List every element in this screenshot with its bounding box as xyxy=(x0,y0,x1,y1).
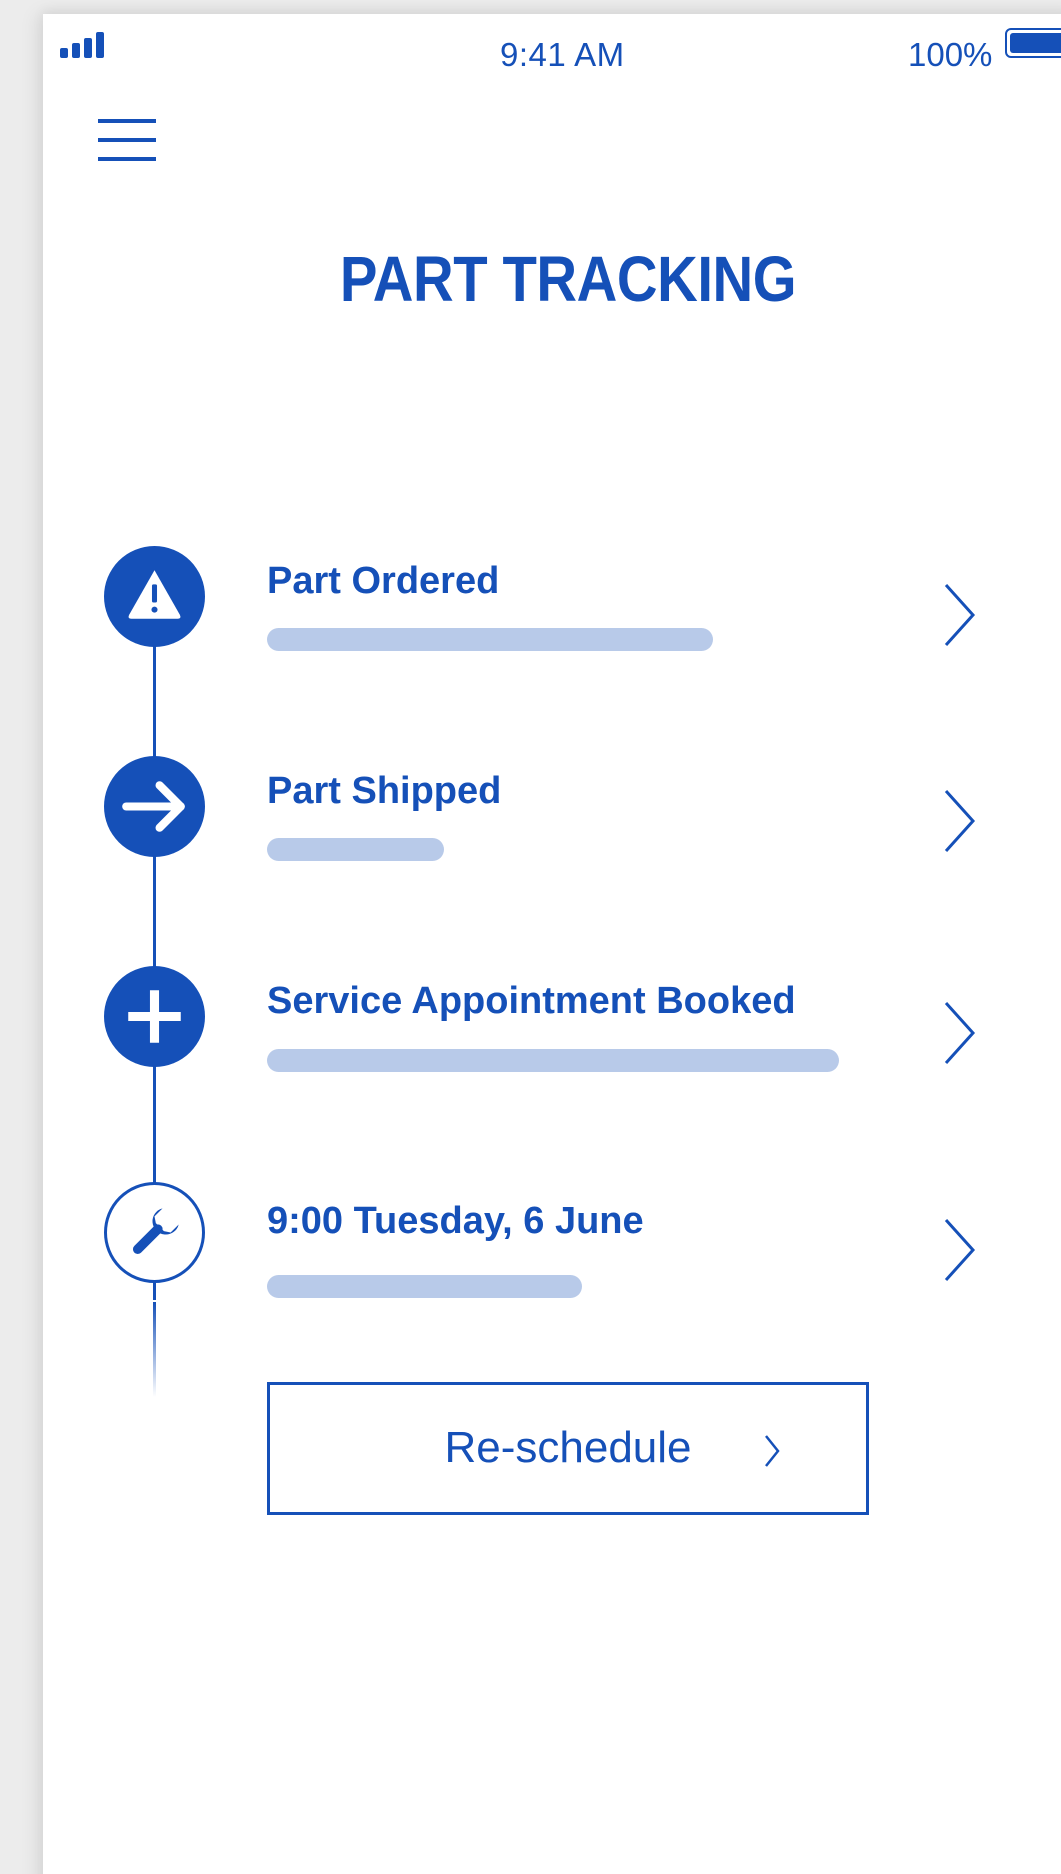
screen: 9:41 AM 100% PART TRACKING Part Ordered … xyxy=(0,0,1061,1874)
arrow-right-icon xyxy=(104,756,205,857)
signal-strength-icon xyxy=(60,30,110,58)
battery-icon xyxy=(1005,28,1061,58)
wrench-icon xyxy=(104,1182,205,1283)
step-part-shipped[interactable]: Part Shipped xyxy=(43,756,1061,866)
chevron-right-icon[interactable] xyxy=(938,788,978,854)
step-part-ordered[interactable]: Part Ordered xyxy=(43,546,1061,656)
warning-triangle-icon xyxy=(104,546,205,647)
step-progress-bar xyxy=(267,1049,839,1072)
battery-fill xyxy=(1010,33,1061,53)
step-label: 9:00 Tuesday, 6 June xyxy=(267,1200,644,1242)
plus-icon xyxy=(104,966,205,1067)
step-progress-bar xyxy=(267,628,713,651)
reschedule-button[interactable]: Re-schedule xyxy=(267,1382,869,1515)
step-label: Service Appointment Booked xyxy=(267,980,796,1022)
page-title: PART TRACKING xyxy=(339,243,797,315)
chevron-right-icon[interactable] xyxy=(938,1000,978,1066)
chevron-right-icon[interactable] xyxy=(938,582,978,648)
chevron-right-icon xyxy=(765,1435,780,1467)
step-progress-bar xyxy=(267,1275,582,1298)
step-appointment-time[interactable]: 9:00 Tuesday, 6 June xyxy=(43,1182,1061,1298)
step-label: Part Shipped xyxy=(267,770,502,812)
battery-percent: 100% xyxy=(908,36,993,73)
status-bar: 9:41 AM 100% xyxy=(43,14,1061,74)
step-service-appointment-booked[interactable]: Service Appointment Booked xyxy=(43,966,1061,1076)
step-progress-bar xyxy=(267,838,444,861)
chevron-right-icon[interactable] xyxy=(938,1217,978,1283)
phone-screen: 9:41 AM 100% PART TRACKING Part Ordered … xyxy=(43,14,1061,1874)
hamburger-menu-icon[interactable] xyxy=(98,119,156,161)
step-label: Part Ordered xyxy=(267,560,500,602)
status-time: 9:41 AM xyxy=(500,36,625,73)
timeline-fade xyxy=(153,1302,156,1397)
